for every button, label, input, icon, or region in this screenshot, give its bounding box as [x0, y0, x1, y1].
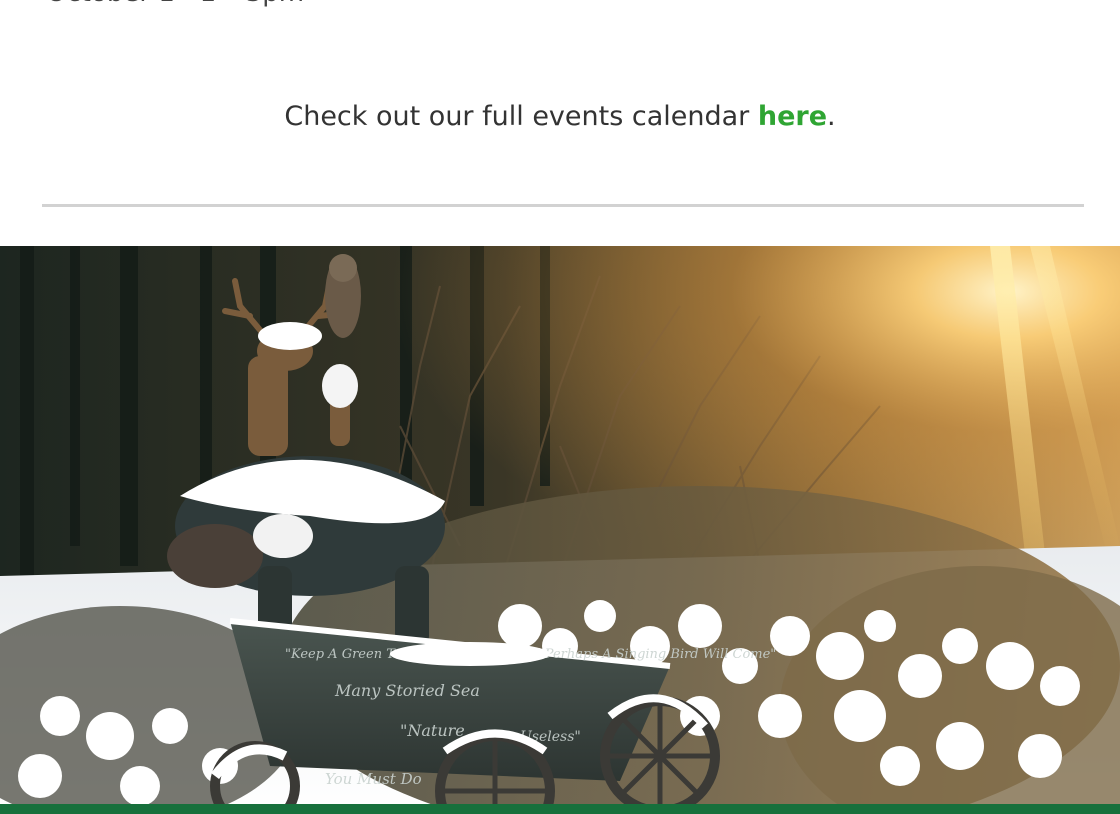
- wagon-inscription-line-2: Many Storied Sea: [334, 681, 480, 700]
- wagon-inscription-line-3: "Nature: [400, 721, 465, 740]
- wagon-inscription-line-5: You Must Do: [325, 770, 422, 788]
- calendar-callout-period: .: [827, 101, 836, 132]
- event-date-time: October 1 · 1 – 3pm: [46, 0, 304, 8]
- hero-image-snowy-wagon-sculpture: "Keep A Green Tree In Your Heart And Per…: [0, 246, 1120, 814]
- page: October 1 · 1 – 3pm Check out our full e…: [0, 0, 1120, 814]
- footer-green-bar: [0, 804, 1120, 814]
- section-divider: [42, 204, 1084, 207]
- events-calendar-callout: Check out our full events calendar here.: [0, 101, 1120, 132]
- events-calendar-link[interactable]: here: [758, 101, 827, 132]
- calendar-callout-text: Check out our full events calendar: [284, 101, 758, 132]
